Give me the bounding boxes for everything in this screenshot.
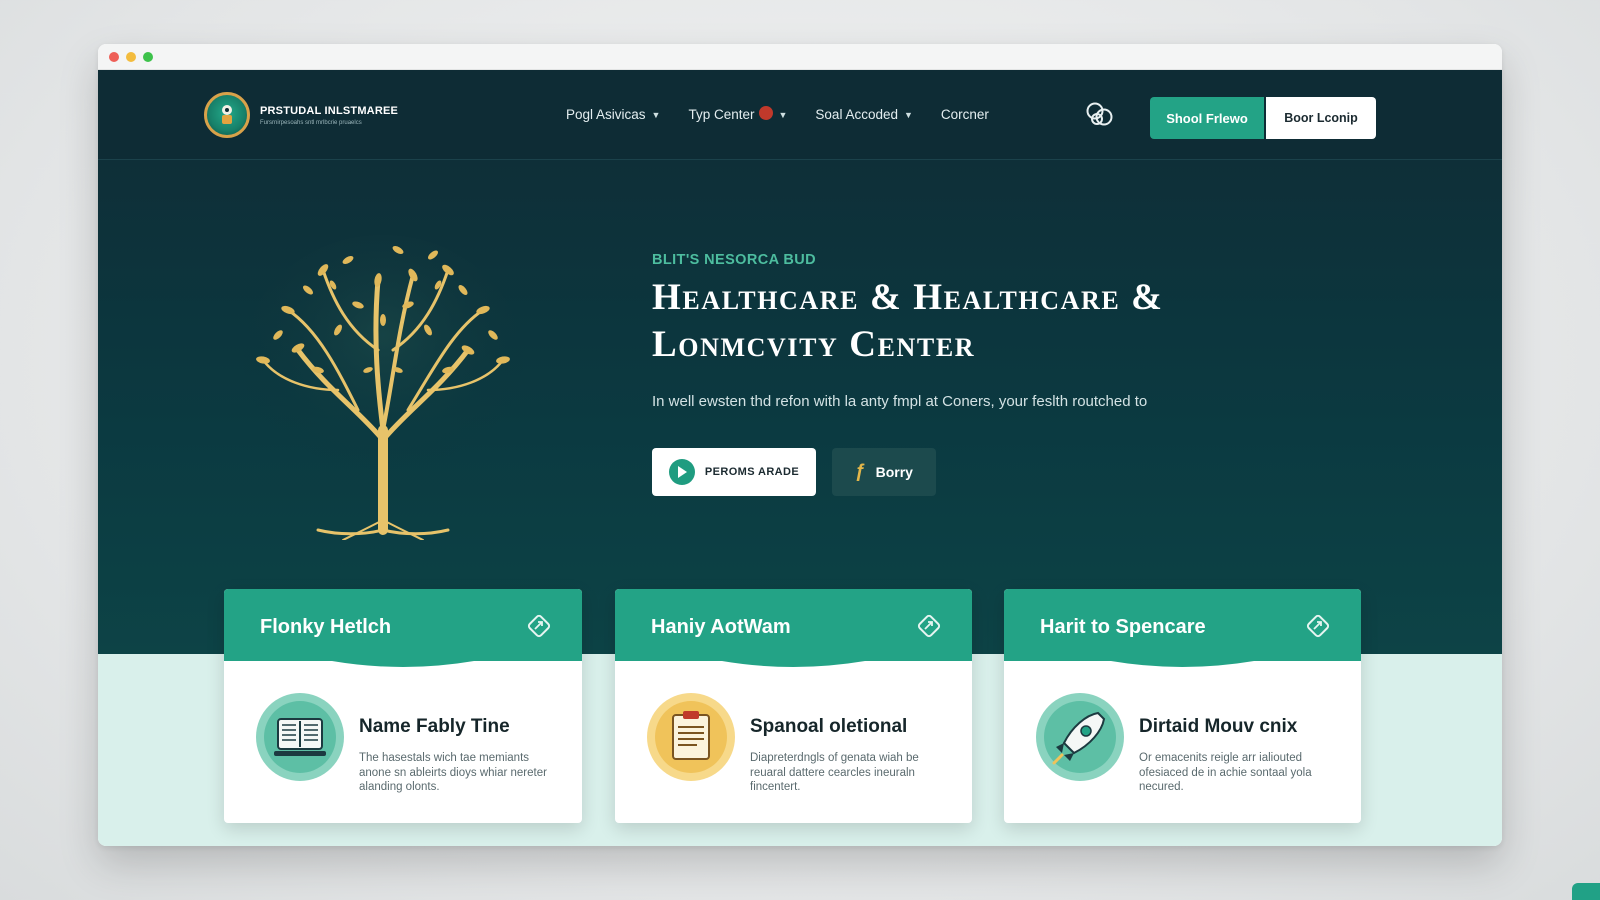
notification-badge — [758, 105, 773, 120]
top-navbar: PRSTUDAL INLSTMAREE Fursrnirpesoahs sntl… — [98, 70, 1502, 160]
window-chrome — [98, 44, 1502, 70]
hero-buttons: PEROMS ARADE ƒ Borry — [652, 448, 1292, 496]
card-body: Spanoal oletional Diapreterdngls of gena… — [615, 669, 972, 823]
card-body: Name Fably Tine The hasestals wich tae m… — [224, 669, 582, 823]
nav-item-1[interactable]: Pogl Asivicas ▼ — [566, 107, 660, 122]
brand-tagline: Fursrnirpesoahs sntl mrlbcrie pruaelcs — [260, 119, 362, 126]
brand-name: PRSTUDAL INLSTMAREE — [260, 104, 399, 117]
play-video-label: PEROMS ARADE — [704, 466, 800, 478]
borry-label: Borry — [875, 464, 913, 480]
arrow-link-icon[interactable] — [916, 613, 942, 639]
nav-item-label: Typ Center — [688, 107, 755, 122]
card-body: Dirtaid Mouv cnix Or emacenits reigle ar… — [1004, 669, 1361, 823]
nav-item-label: Pogl Asivicas — [566, 107, 646, 122]
hero-title: Healthcare & Healthcare & Lonmcvity Cent… — [652, 274, 1292, 368]
maximize-window-button[interactable] — [143, 52, 153, 62]
card-header: Flonky Hetlch — [224, 589, 582, 669]
card-header: Harit to Spencare — [1004, 589, 1361, 669]
card-title: Harit to Spencare — [1040, 616, 1206, 638]
card-header: Haniy AotWam — [615, 589, 972, 669]
lightning-icon: ƒ — [855, 461, 866, 482]
borry-button[interactable]: ƒ Borry — [832, 448, 936, 496]
golden-tree-illustration — [238, 230, 528, 541]
card-description: The hasestals wich tae memiants anone sn… — [359, 752, 547, 793]
browser-window: PRSTUDAL INLSTMAREE Fursrnirpesoahs sntl… — [98, 44, 1502, 846]
card-subtitle: Dirtaid Mouv cnix — [1139, 716, 1298, 737]
nav-item-label: Corcner — [940, 107, 989, 122]
feature-card[interactable]: Haniy AotWam Spanoal oletional Diapreter… — [615, 589, 972, 823]
chat-widget-button[interactable] — [1572, 883, 1600, 900]
nav-item-4[interactable]: Corcner — [941, 107, 989, 122]
card-description: Diapreterdngls of genata wiah be reuaral… — [750, 752, 919, 793]
hero-title-line1: Healthcare & Healthcare & — [652, 277, 1164, 318]
minimize-window-button[interactable] — [126, 52, 136, 62]
card-subtitle: Name Fably Tine — [359, 716, 510, 737]
card-title: Flonky Hetlch — [260, 616, 392, 638]
rocket-icon — [1036, 693, 1124, 781]
book-lconip-button[interactable]: Boor Lconip — [1266, 97, 1376, 139]
nav-item-label: Soal Accoded — [815, 107, 898, 122]
linked-circles-icon[interactable] — [1084, 100, 1116, 130]
hero-title-line2: Lonmcvity Center — [652, 324, 976, 365]
arrow-link-icon[interactable] — [526, 613, 552, 639]
hero-eyebrow: BLIT'S NESORCA BUD — [652, 252, 816, 268]
chevron-down-icon: ▼ — [903, 109, 913, 120]
hero-section: BLIT'S NESORCA BUD Healthcare & Healthca… — [98, 160, 1502, 654]
feature-card[interactable]: Flonky Hetlch Name Fably Tine The hasest… — [224, 589, 582, 823]
brand-logo-icon — [204, 92, 250, 138]
nav-item-2[interactable]: Typ Center ▼ — [688, 105, 788, 122]
feature-card[interactable]: Harit to Spencare Dirtaid Mouv cnix Or e… — [1004, 589, 1361, 823]
chevron-down-icon: ▼ — [651, 109, 661, 120]
brand[interactable]: PRSTUDAL INLSTMAREE Fursrnirpesoahs sntl… — [204, 92, 398, 138]
play-icon — [668, 459, 695, 485]
close-window-button[interactable] — [109, 52, 119, 62]
nav-item-3[interactable]: Soal Accoded ▼ — [815, 107, 912, 122]
hero-text: BLIT'S NESORCA BUD Healthcare & Healthca… — [652, 252, 1292, 496]
clipboard-icon — [647, 693, 735, 781]
arrow-link-icon[interactable] — [1305, 613, 1331, 639]
shool-frlewo-button[interactable]: Shool Frlewo — [1150, 97, 1264, 139]
hero-subtitle: In well ewsten thd refon with la anty fm… — [652, 393, 1148, 410]
play-video-button[interactable]: PEROMS ARADE — [652, 448, 816, 496]
card-subtitle: Spanoal oletional — [750, 716, 908, 737]
card-title: Haniy AotWam — [651, 616, 791, 638]
book-laptop-icon — [256, 693, 344, 781]
main-nav: Pogl Asivicas ▼ Typ Center ▼ Soal Accode… — [566, 105, 1017, 122]
chevron-down-icon: ▼ — [778, 109, 788, 120]
card-description: Or emacenits reigle arr ialiouted ofesia… — [1139, 752, 1312, 793]
